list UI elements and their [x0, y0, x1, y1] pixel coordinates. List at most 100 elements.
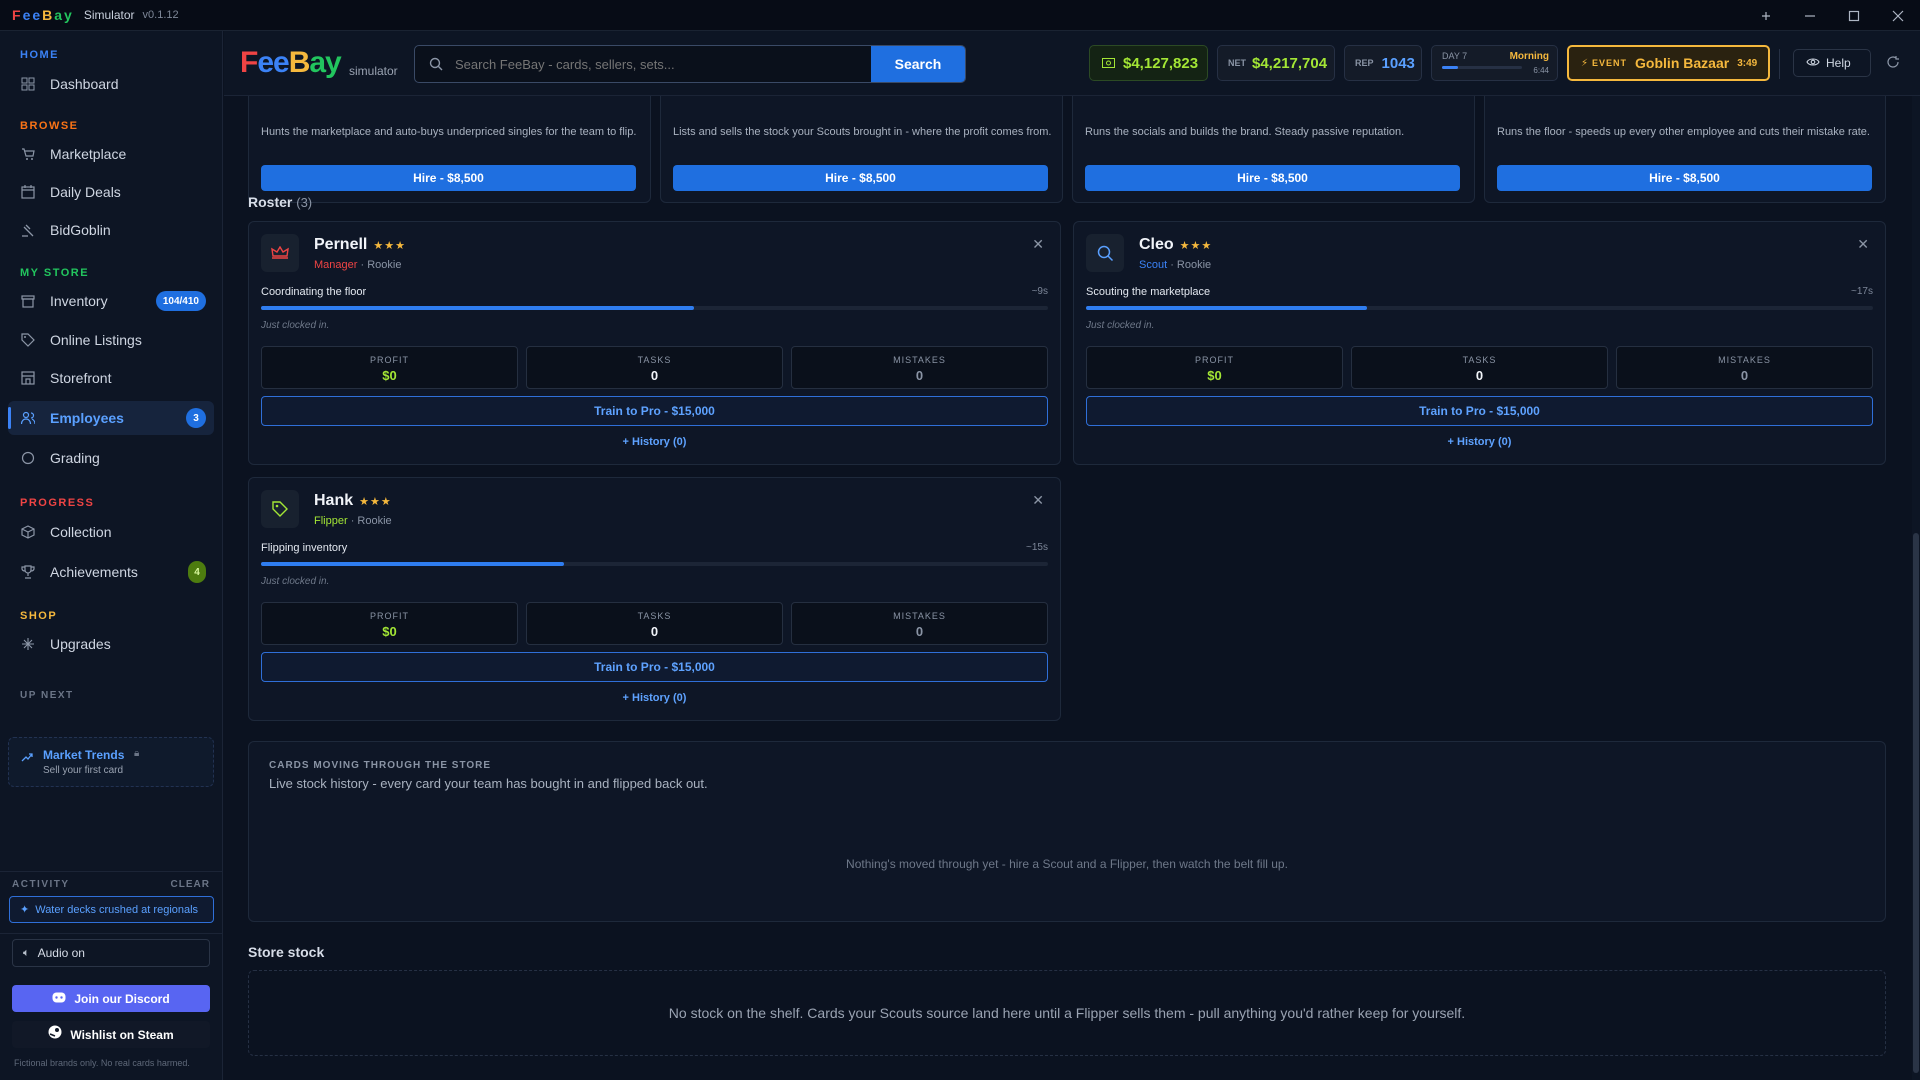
- sidebar-item-daily-deals[interactable]: Daily Deals: [8, 175, 214, 209]
- close-window-button[interactable]: [1876, 0, 1920, 31]
- activity-item[interactable]: ✦ Water decks crushed at regionals: [9, 896, 214, 923]
- sidebar-item-collection[interactable]: Collection: [8, 515, 214, 549]
- store-stock-title: Store stock: [248, 944, 325, 960]
- rank-label: · Rookie: [350, 515, 392, 527]
- search-icon: [429, 57, 443, 76]
- dismiss-employee-button[interactable]: ✕: [1032, 492, 1044, 509]
- grid-icon: [20, 76, 36, 92]
- history-toggle[interactable]: + History (0): [249, 692, 1060, 704]
- current-task: Scouting the marketplace: [1086, 286, 1211, 298]
- up-next-subtitle: Sell your first card: [43, 765, 124, 776]
- hire-button[interactable]: Hire - $8,500: [673, 165, 1048, 191]
- speaker-icon: 🔈︎: [23, 946, 30, 959]
- sidebar-item-grading[interactable]: Grading: [8, 441, 214, 475]
- empty-state-text: Nothing's moved through yet - hire a Sco…: [846, 857, 1288, 871]
- stat-label: MISTAKES: [893, 355, 946, 365]
- train-button[interactable]: Train to Pro - $15,000: [261, 652, 1048, 682]
- train-button[interactable]: Train to Pro - $15,000: [261, 396, 1048, 426]
- maximize-button[interactable]: [1832, 0, 1876, 31]
- sidebar-item-label: BidGoblin: [50, 222, 111, 238]
- sidebar-item-online-listings[interactable]: Online Listings: [8, 323, 214, 357]
- help-label: Help: [1826, 56, 1851, 70]
- stat-label: PROFIT: [370, 355, 409, 365]
- scrollbar-thumb[interactable]: [1913, 533, 1919, 1073]
- sidebar-item-inventory[interactable]: Inventory 104/410: [8, 284, 214, 318]
- sidebar: HOME Dashboard BROWSE Marketplace Daily …: [0, 31, 223, 1080]
- cart-icon: [20, 146, 36, 162]
- sidebar-item-bidgoblin[interactable]: BidGoblin: [8, 213, 214, 247]
- dismiss-employee-button[interactable]: ✕: [1857, 236, 1869, 253]
- status-text: Just clocked in.: [261, 576, 330, 587]
- tasks-stat: TASKS 0: [526, 602, 783, 645]
- discord-button[interactable]: Join our Discord: [12, 985, 210, 1012]
- up-next-card[interactable]: Market Trends 🔒︎ Sell your first card: [8, 737, 214, 787]
- pin-icon[interactable]: [1744, 0, 1788, 31]
- sidebar-item-achievements[interactable]: Achievements 4: [8, 555, 214, 589]
- cash-value: $4,127,823: [1123, 54, 1199, 72]
- steam-label: Wishlist on Steam: [70, 1027, 174, 1042]
- roster-count: (3): [296, 195, 313, 210]
- hire-button[interactable]: Hire - $8,500: [1497, 165, 1872, 191]
- hire-button[interactable]: Hire - $8,500: [261, 165, 636, 191]
- role-label: Scout: [1139, 259, 1168, 271]
- tasks-stat: TASKS 0: [1351, 346, 1608, 389]
- clear-activity-button[interactable]: CLEAR: [171, 879, 210, 890]
- scrollbar[interactable]: [1912, 96, 1920, 1080]
- sidebar-item-label: Daily Deals: [50, 184, 121, 200]
- hire-description: Lists and sells the stock your Scouts br…: [673, 126, 1052, 138]
- title-bar: FeeBay Simulator v0.1.12: [0, 0, 1920, 31]
- audio-label: Audio on: [37, 946, 85, 960]
- help-button[interactable]: Help: [1793, 49, 1871, 77]
- sidebar-item-label: Upgrades: [50, 636, 111, 652]
- stock-history-panel: CARDS MOVING THROUGH THE STORE Live stoc…: [248, 741, 1886, 922]
- gavel-icon: [20, 222, 36, 238]
- stat-value: $0: [1207, 368, 1222, 383]
- day-clock: DAY 7 Morning 6:44: [1431, 45, 1558, 81]
- section-browse: BROWSE: [20, 120, 79, 132]
- search-button[interactable]: Search: [871, 46, 965, 82]
- sparkle-icon: ✦: [20, 904, 30, 916]
- event-banner[interactable]: ⚡︎ EVENT Goblin Bazaar 3:49: [1567, 45, 1770, 81]
- task-progress-bar: [261, 306, 1048, 310]
- search-box: Search: [414, 45, 966, 83]
- sidebar-item-label: Storefront: [50, 370, 112, 386]
- sidebar-item-label: Grading: [50, 450, 100, 466]
- roster-heading: Roster (3): [248, 194, 312, 210]
- section-activity: ACTIVITY: [12, 879, 70, 890]
- employee-card: Cleo ★★★ Scout · Rookie ✕ Scouting the ma…: [1073, 221, 1886, 465]
- sidebar-item-storefront[interactable]: Storefront: [8, 361, 214, 395]
- sidebar-item-label: Online Listings: [50, 332, 142, 348]
- hire-button[interactable]: Hire - $8,500: [1085, 165, 1460, 191]
- brand-logo[interactable]: FeeBay: [240, 46, 342, 80]
- sparkle-icon: [20, 636, 36, 652]
- stat-label: PROFIT: [370, 611, 409, 621]
- search-input[interactable]: [455, 54, 865, 74]
- up-next-title: Market Trends: [43, 748, 125, 762]
- sidebar-item-label: Collection: [50, 524, 112, 540]
- crown-icon: [261, 234, 299, 272]
- task-eta: ~15s: [1026, 542, 1048, 553]
- train-button[interactable]: Train to Pro - $15,000: [1086, 396, 1873, 426]
- sidebar-item-employees[interactable]: Employees 3: [8, 401, 214, 435]
- cash-display: $4,127,823: [1089, 45, 1208, 81]
- employee-role: Flipper · Rookie: [314, 515, 392, 527]
- net-value: $4,217,704: [1252, 54, 1328, 72]
- clock-time: 6:44: [1533, 66, 1549, 75]
- audio-toggle[interactable]: 🔈︎ Audio on: [12, 939, 210, 967]
- history-toggle[interactable]: + History (0): [1074, 436, 1885, 448]
- employees-count-badge: 3: [186, 408, 206, 428]
- sidebar-item-dashboard[interactable]: Dashboard: [8, 67, 214, 101]
- minimize-button[interactable]: [1788, 0, 1832, 31]
- sidebar-item-upgrades[interactable]: Upgrades: [8, 627, 214, 661]
- steam-button[interactable]: Wishlist on Steam: [12, 1021, 210, 1048]
- sidebar-item-marketplace[interactable]: Marketplace: [8, 137, 214, 171]
- stat-value: $0: [382, 368, 397, 383]
- history-toggle[interactable]: + History (0): [249, 436, 1060, 448]
- dismiss-employee-button[interactable]: ✕: [1032, 236, 1044, 253]
- lightning-icon: ⚡︎: [1581, 57, 1589, 69]
- hire-description: Hunts the marketplace and auto-buys unde…: [261, 126, 637, 138]
- refresh-icon[interactable]: [1886, 55, 1900, 74]
- sidebar-item-label: Marketplace: [50, 146, 127, 162]
- task-eta: ~17s: [1851, 286, 1873, 297]
- rating-stars: ★★★: [373, 240, 406, 252]
